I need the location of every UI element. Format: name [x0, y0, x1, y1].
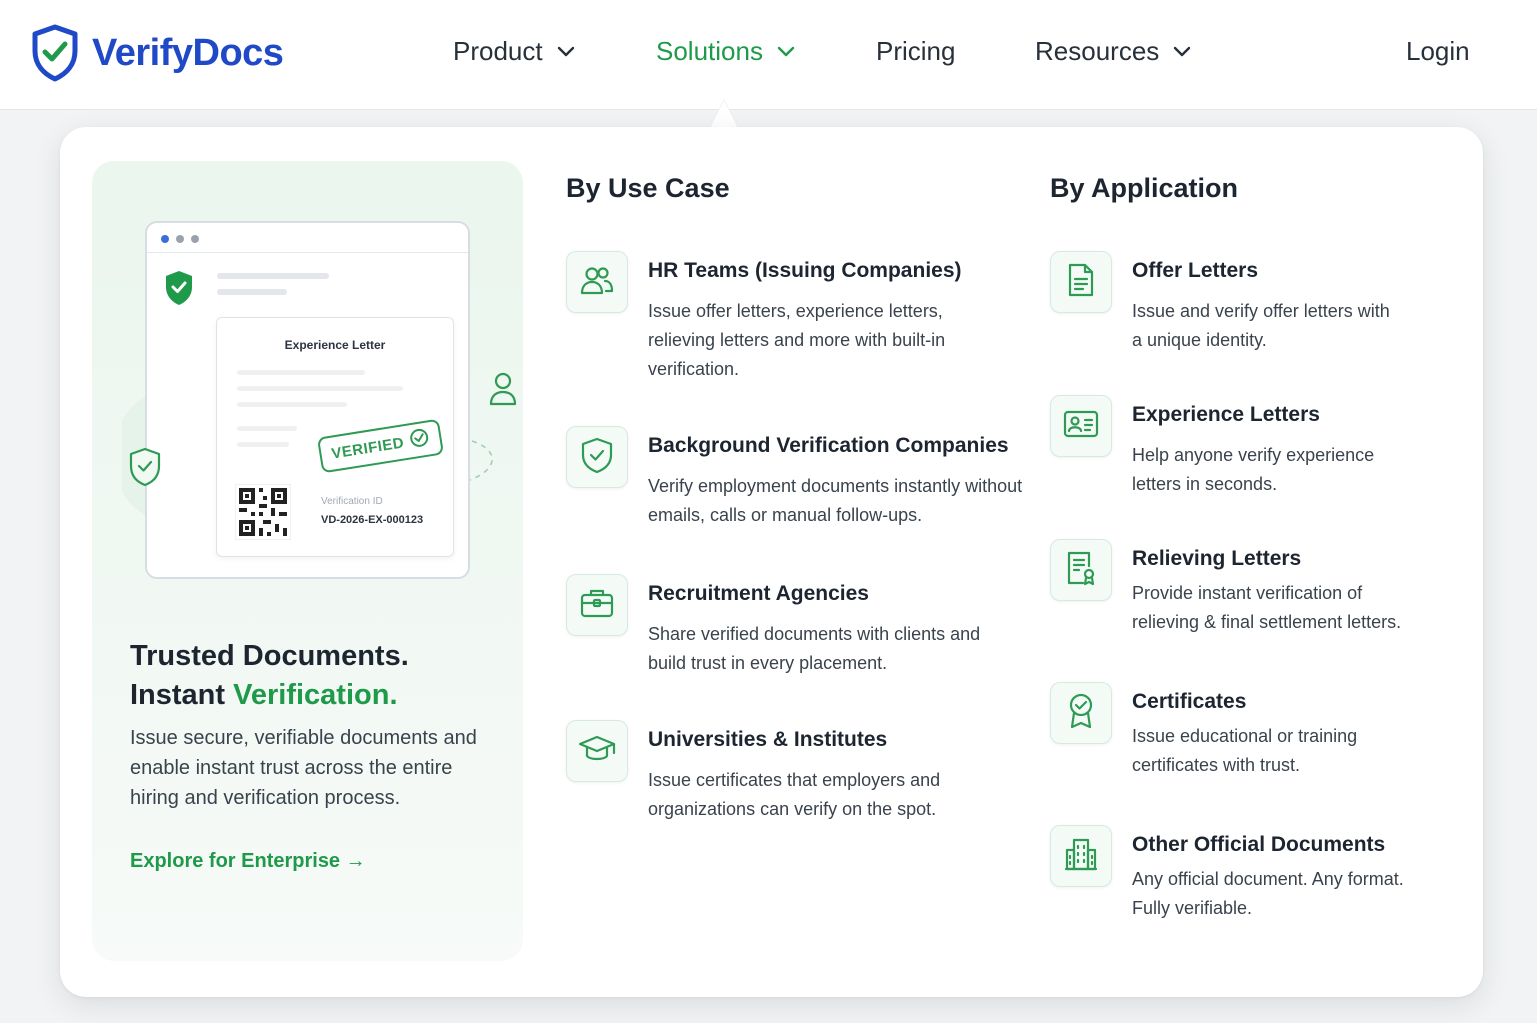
item-title: Offer Letters — [1132, 259, 1259, 282]
placeholder-line — [237, 426, 297, 431]
chevron-down-icon — [557, 46, 575, 58]
users-icon — [579, 262, 615, 303]
item-description: Share verified documents with clients an… — [648, 624, 981, 673]
id-card-icon — [1063, 409, 1099, 444]
icon-tile — [1050, 682, 1112, 744]
building-icon — [1063, 836, 1099, 877]
window-dot — [191, 235, 199, 243]
item-title: Certificates — [1132, 690, 1247, 713]
item-title: Other Official Documents — [1132, 833, 1386, 856]
check-circle-icon — [408, 426, 432, 453]
graduation-cap-icon — [578, 733, 616, 770]
briefcase-icon — [579, 586, 615, 625]
brand-logo[interactable]: VerifyDocs — [30, 24, 284, 82]
window-dot — [161, 235, 169, 243]
item-title: Relieving Letters — [1132, 547, 1302, 570]
icon-tile — [566, 426, 628, 488]
item-title: Universities & Institutes — [648, 728, 888, 751]
promo-heading-line1: Trusted Documents. — [130, 640, 409, 672]
placeholder-line — [237, 402, 347, 407]
nav-resources-label: Resources — [1035, 36, 1160, 66]
shield-check-icon — [128, 447, 162, 492]
application-heading: By Application — [1050, 173, 1239, 203]
nav-product-label: Product — [453, 36, 543, 66]
placeholder-line — [217, 273, 329, 279]
placeholder-line — [217, 289, 287, 295]
icon-tile — [1050, 251, 1112, 313]
item-description: Issue and verify offer letters with a un… — [1132, 301, 1390, 350]
placeholder-line — [237, 370, 365, 375]
nav-pricing[interactable]: Pricing — [876, 36, 955, 67]
qr-code-icon — [234, 483, 292, 541]
placeholder-line — [237, 442, 289, 447]
icon-tile — [566, 720, 628, 782]
item-description: Help anyone verify experience letters in… — [1132, 445, 1375, 494]
promo-description: Issue secure, verifiable documents and e… — [130, 727, 477, 809]
window-dot — [176, 235, 184, 243]
dropdown-caret — [710, 100, 738, 128]
nav-login[interactable]: Login — [1406, 36, 1470, 67]
stamp-label: VERIFIED — [330, 433, 406, 463]
chevron-down-icon — [1173, 46, 1191, 58]
promo-card: Experience Letter VERIFIED Verification … — [92, 161, 523, 961]
shield-check-icon — [580, 437, 614, 478]
item-description: Issue educational or training certificat… — [1132, 726, 1358, 775]
promo-heading: Trusted Documents. Instant Verification. — [130, 637, 409, 715]
item-description: Issue certificates that employers and or… — [648, 770, 941, 819]
nav-login-label: Login — [1406, 36, 1470, 66]
award-icon — [1066, 692, 1096, 735]
verified-stamp: VERIFIED — [316, 418, 445, 474]
doc-title: Experience Letter — [284, 338, 386, 352]
nav-product[interactable]: Product — [453, 36, 575, 67]
nav-solutions[interactable]: Solutions — [656, 36, 795, 67]
item-title: Experience Letters — [1132, 403, 1320, 426]
shield-logo-icon — [30, 24, 80, 82]
item-title: HR Teams (Issuing Companies) — [648, 259, 962, 282]
browser-mockup: Experience Letter VERIFIED Verification … — [145, 221, 470, 579]
shield-check-icon — [163, 269, 195, 312]
solutions-dropdown-panel: Experience Letter VERIFIED Verification … — [60, 127, 1483, 997]
document-signed-icon — [1065, 550, 1097, 591]
promo-heading-accent: Verification. — [233, 679, 398, 711]
top-navigation: VerifyDocs Product Solutions Pricing Res… — [0, 0, 1537, 110]
icon-tile — [566, 251, 628, 313]
brand-name: VerifyDocs — [92, 31, 284, 74]
promo-heading-line2: Instant — [130, 679, 234, 711]
item-description: Any official document. Any format. Fully… — [1132, 869, 1404, 918]
item-description: Verify employment documents instantly wi… — [648, 476, 1023, 525]
item-title: Recruitment Agencies — [648, 582, 869, 605]
browser-titlebar — [147, 223, 468, 253]
placeholder-line — [237, 386, 403, 391]
verification-id-value: VD-2026-EX-000123 — [321, 514, 424, 526]
icon-tile — [1050, 825, 1112, 887]
icon-tile — [566, 574, 628, 636]
item-description: Provide instant verification of relievin… — [1132, 583, 1402, 632]
nav-resources[interactable]: Resources — [1035, 36, 1191, 67]
item-title: Background Verification Companies — [648, 434, 1009, 457]
nav-pricing-label: Pricing — [876, 36, 956, 66]
use-case-heading: By Use Case — [566, 173, 730, 203]
icon-tile — [1050, 539, 1112, 601]
chevron-down-icon — [777, 46, 795, 58]
item-description: Issue offer letters, experience letters,… — [648, 301, 946, 379]
explore-enterprise-link[interactable]: Explore for Enterprise → — [130, 850, 366, 873]
icon-tile — [1050, 395, 1112, 457]
document-icon — [1066, 262, 1096, 303]
verification-id-label: Verification ID — [321, 496, 383, 507]
experience-letter-preview: Experience Letter VERIFIED Verification … — [216, 317, 454, 557]
user-icon — [488, 371, 518, 412]
nav-solutions-label: Solutions — [656, 36, 763, 66]
